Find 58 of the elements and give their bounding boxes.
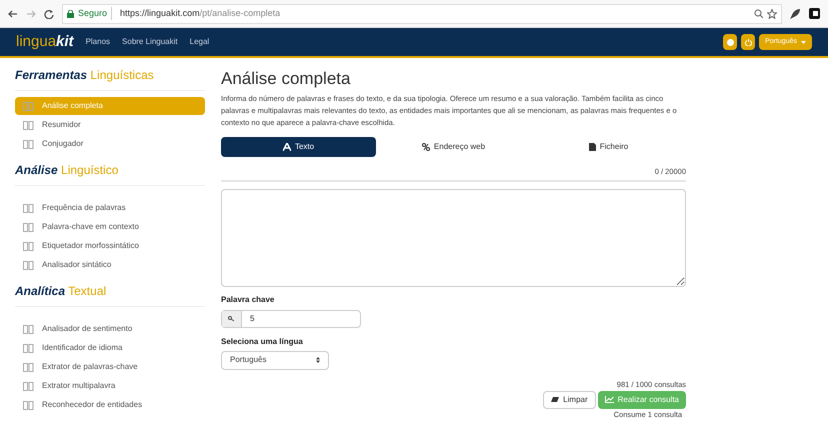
- sidebar-item[interactable]: Reconhecedor de entidades: [15, 396, 205, 414]
- document-icon: [23, 242, 34, 250]
- extension-icon[interactable]: [809, 8, 820, 19]
- keyword-field[interactable]: 5: [221, 310, 361, 328]
- logo[interactable]: linguakit: [16, 30, 74, 54]
- power-icon: [744, 38, 752, 46]
- document-icon: [23, 222, 34, 232]
- sidebar-item[interactable]: Palavra-chave em contexto: [15, 218, 205, 236]
- tab[interactable]: Ficheiro: [531, 136, 686, 156]
- sidebar-item[interactable]: Analisador sintático: [15, 256, 205, 274]
- section-heading: Ferramentas Linguísticas: [15, 66, 205, 91]
- document-icon: [23, 260, 34, 270]
- document-icon: [23, 204, 34, 212]
- nav-link[interactable]: Legal: [190, 36, 210, 48]
- sidebar-item[interactable]: Conjugador: [15, 135, 205, 153]
- document-icon: [23, 140, 34, 148]
- sidebar-item[interactable]: Identificador de idioma: [15, 339, 205, 357]
- sidebar-item[interactable]: Frequência de palavras: [15, 199, 205, 217]
- document-icon: [23, 324, 34, 334]
- address-bar[interactable]: Seguro https://linguakit.com/pt/analise-completa: [62, 4, 782, 24]
- document-icon: [23, 120, 34, 130]
- language-label: Seleciona uma língua: [221, 336, 304, 348]
- power-button[interactable]: [741, 34, 756, 50]
- url-text: https://linguakit.com/pt/analise-completa: [119, 6, 280, 20]
- sidebar-item[interactable]: Etiquetador morfossintático: [15, 237, 205, 255]
- section-heading: Analítica Textual: [15, 282, 205, 307]
- section-heading: Análise Linguístico: [15, 161, 205, 186]
- nav-link[interactable]: Sobre Linguakit: [122, 36, 178, 48]
- tab[interactable]: Endereço web: [376, 136, 531, 156]
- secure-label: Seguro: [78, 6, 112, 20]
- nav-link[interactable]: Planos: [86, 36, 110, 48]
- page-title: Análise completa: [221, 68, 352, 90]
- lock-icon: [67, 10, 74, 18]
- sidebar-item[interactable]: Resumidor: [15, 116, 205, 134]
- zoom-icon[interactable]: [754, 9, 763, 18]
- document-icon: [23, 400, 34, 410]
- reload-icon[interactable]: [44, 8, 54, 18]
- keyword-label: Palavra chave: [221, 294, 276, 306]
- caret-icon: [801, 40, 806, 44]
- language-select[interactable]: Português: [221, 350, 329, 370]
- sidebar-item[interactable]: Extrator de palavras-chave: [15, 358, 205, 376]
- sidebar-item[interactable]: Extrator multipalavra: [15, 377, 205, 395]
- document-icon: [23, 362, 34, 372]
- star-icon[interactable]: [767, 8, 777, 18]
- tab[interactable]: Texto: [221, 136, 376, 156]
- user-button[interactable]: [723, 34, 738, 50]
- eraser-icon: [551, 397, 560, 402]
- select-arrows-icon: [316, 357, 320, 364]
- document-icon: [23, 344, 34, 352]
- user-icon: [726, 38, 734, 46]
- chart-icon: [604, 396, 614, 404]
- document-icon: [23, 382, 34, 390]
- document-icon: [23, 102, 34, 110]
- back-icon[interactable]: [8, 8, 18, 18]
- letter-icon: [282, 142, 291, 150]
- sidebar-item[interactable]: Analisador de sentimento: [15, 320, 205, 338]
- file-icon: [588, 142, 596, 150]
- clear-button[interactable]: Limpar: [543, 390, 596, 409]
